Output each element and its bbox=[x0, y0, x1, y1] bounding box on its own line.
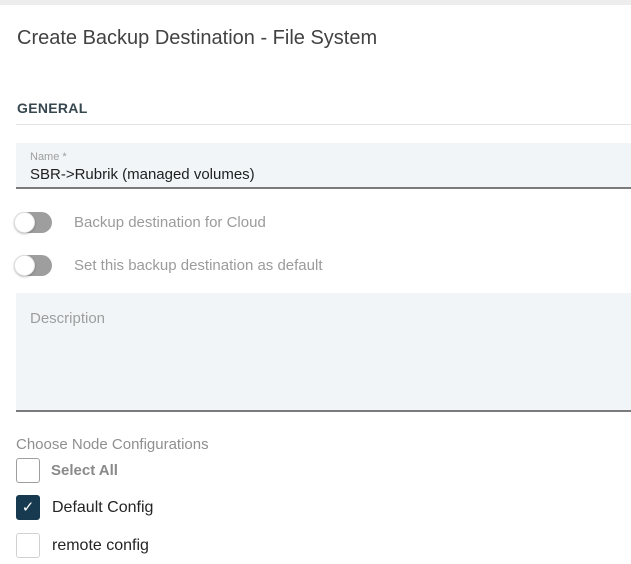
remote-config-checkbox[interactable] bbox=[16, 533, 40, 558]
toggle-knob bbox=[14, 212, 35, 233]
choose-node-configurations-label: Choose Node Configurations bbox=[16, 437, 631, 453]
description-textarea[interactable] bbox=[16, 293, 631, 412]
default-config-row: ✓ Default Config bbox=[16, 495, 631, 520]
default-destination-toggle-label: Set this backup destination as default bbox=[74, 255, 323, 276]
select-all-checkbox[interactable] bbox=[16, 458, 40, 483]
remote-config-row: remote config bbox=[16, 533, 631, 558]
name-field-container: Name * bbox=[16, 143, 631, 189]
remote-config-label: remote config bbox=[52, 537, 149, 555]
window-top-strip bbox=[0, 0, 631, 5]
general-section-label: GENERAL bbox=[16, 100, 88, 116]
toggle-knob bbox=[14, 255, 35, 276]
cloud-toggle-row: Backup destination for Cloud bbox=[14, 212, 631, 233]
name-field-label: Name * bbox=[30, 151, 631, 164]
select-all-row: Select All bbox=[16, 458, 631, 483]
checkmark-icon: ✓ bbox=[22, 500, 35, 515]
cloud-toggle[interactable] bbox=[14, 212, 52, 233]
select-all-label: Select All bbox=[51, 462, 118, 479]
page-title: Create Backup Destination - File System bbox=[17, 24, 615, 52]
name-input[interactable] bbox=[30, 166, 610, 183]
cloud-toggle-label: Backup destination for Cloud bbox=[74, 212, 266, 233]
default-destination-toggle-row: Set this backup destination as default bbox=[14, 255, 631, 276]
general-section-header: GENERAL bbox=[16, 100, 631, 125]
default-config-label: Default Config bbox=[52, 499, 153, 517]
default-config-checkbox[interactable]: ✓ bbox=[16, 495, 40, 520]
default-destination-toggle[interactable] bbox=[14, 255, 52, 276]
